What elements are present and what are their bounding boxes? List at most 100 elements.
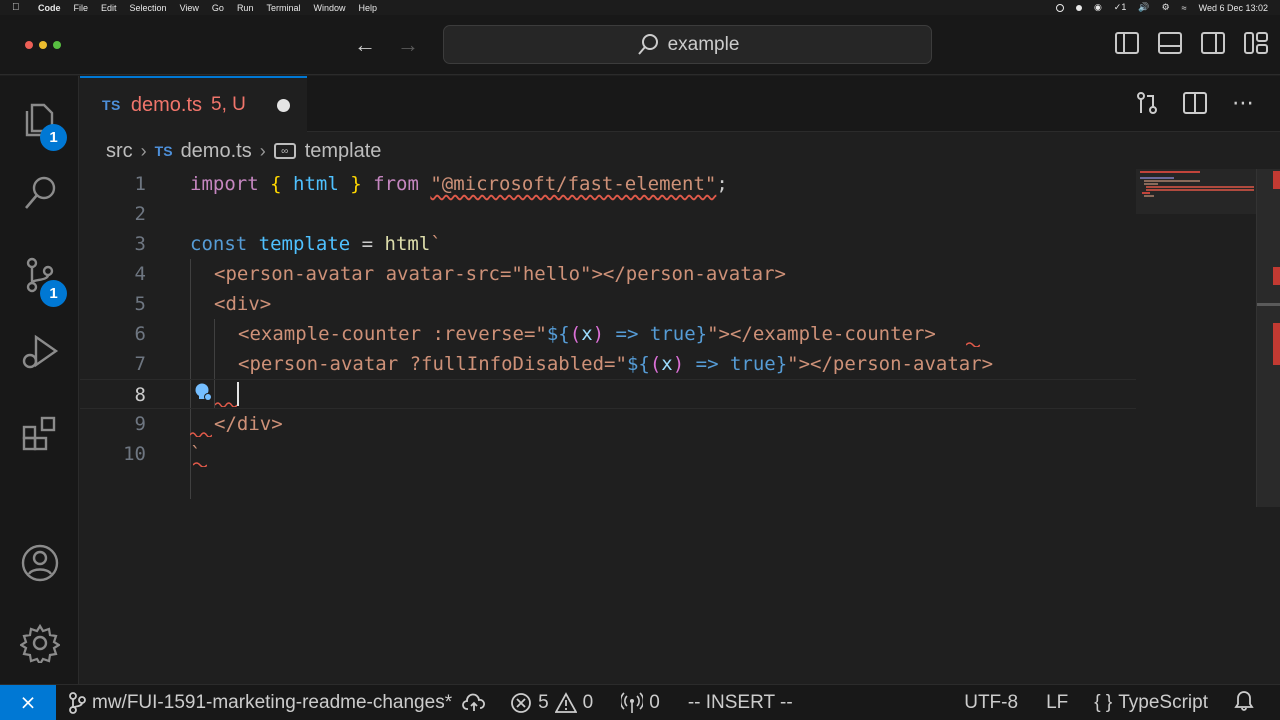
explorer-badge: 1 — [40, 124, 67, 151]
menu-terminal[interactable]: Terminal — [266, 3, 300, 13]
menu-view[interactable]: View — [180, 3, 199, 13]
run-debug-icon — [22, 334, 58, 369]
error-count: 5 — [538, 691, 549, 713]
code-line-2[interactable]: 2 — [80, 199, 1136, 229]
toggle-secondary-sidebar-icon[interactable] — [1201, 32, 1225, 54]
error-marker — [1273, 267, 1280, 285]
minimap-line — [1140, 177, 1174, 179]
line-number: 3 — [134, 233, 146, 255]
command-center-search[interactable]: example — [443, 25, 932, 64]
layout-controls — [1115, 32, 1268, 54]
close-window-icon[interactable] — [25, 41, 33, 49]
apple-icon[interactable]:  — [12, 2, 24, 13]
remote-indicator-icon[interactable]: ⨯ — [0, 684, 56, 720]
branch-name: mw/FUI-1591-marketing-readme-changes* — [92, 691, 453, 713]
breadcrumb-symbol[interactable]: template — [305, 140, 382, 163]
vertical-scrollbar[interactable] — [1256, 169, 1280, 507]
record-icon[interactable] — [1055, 3, 1064, 12]
open-changes-icon[interactable] — [1134, 90, 1160, 116]
code-text: <example-counter :reverse="${(x) => true… — [238, 323, 936, 345]
braces-icon: { } — [1094, 691, 1113, 713]
split-editor-icon[interactable] — [1182, 90, 1208, 116]
code-line-4[interactable]: 4 <person-avatar avatar-src="hello"></pe… — [80, 259, 1136, 289]
menu-go[interactable]: Go — [212, 3, 224, 13]
minimap-line — [1144, 195, 1154, 197]
breadcrumb-folder[interactable]: src — [106, 140, 133, 163]
back-arrow-icon[interactable]: ← — [350, 32, 380, 58]
spotify-icon[interactable]: ◉ — [1094, 2, 1102, 13]
search-icon — [637, 33, 658, 55]
error-marker — [1273, 323, 1280, 365]
sync-status[interactable] — [462, 693, 486, 713]
warning-icon — [554, 691, 577, 713]
activity-bar: 1 1 — [0, 76, 79, 684]
error-squiggle — [190, 432, 212, 437]
code-line-1[interactable]: 1 import { html } from "@microsoft/fast-… — [80, 169, 1136, 199]
activity-explorer[interactable]: 1 — [0, 84, 79, 154]
error-squiggle — [966, 342, 980, 347]
code-editor[interactable]: 1 import { html } from "@microsoft/fast-… — [80, 169, 1256, 684]
minimap[interactable] — [1136, 169, 1256, 214]
status-dot-icon[interactable] — [1075, 4, 1082, 11]
volume-icon[interactable]: 🔊 — [1138, 2, 1149, 13]
menu-code[interactable]: Code — [38, 3, 61, 13]
code-line-3[interactable]: 3 const template = html` — [80, 229, 1136, 259]
error-icon — [511, 692, 531, 713]
minimize-window-icon[interactable] — [39, 41, 47, 49]
menu-selection[interactable]: Selection — [130, 3, 167, 13]
zoom-window-icon[interactable] — [53, 41, 61, 49]
language-mode: TypeScript — [1118, 691, 1208, 713]
chevron-right-icon: › — [140, 140, 147, 161]
activity-search[interactable] — [0, 158, 79, 228]
breadcrumb-file[interactable]: demo.ts — [181, 140, 252, 163]
ports-count: 0 — [649, 691, 660, 713]
title-bar: ← → example — [0, 15, 1280, 75]
minimap-line — [1146, 186, 1254, 188]
menu-file[interactable]: File — [74, 3, 89, 13]
menu-edit[interactable]: Edit — [101, 3, 117, 13]
customize-layout-icon[interactable] — [1244, 32, 1268, 54]
toggle-primary-sidebar-icon[interactable] — [1115, 32, 1139, 54]
focus-icon[interactable]: ✓1 — [1114, 2, 1127, 13]
wifi-icon[interactable]: ≈ — [1182, 3, 1187, 13]
activity-accounts[interactable] — [0, 528, 79, 598]
line-number: 9 — [134, 413, 146, 435]
more-actions-icon[interactable]: ⋯ — [1230, 90, 1256, 116]
minimap-line — [1144, 183, 1158, 185]
vim-mode: -- INSERT -- — [687, 691, 793, 713]
code-line-10[interactable]: 10 ` — [80, 439, 1136, 469]
language-status[interactable]: { } TypeScript — [1094, 692, 1208, 714]
unsaved-dot-icon[interactable] — [277, 99, 290, 112]
clock[interactable]: Wed 6 Dec 13:02 — [1199, 3, 1268, 13]
ports-status[interactable]: 0 — [621, 692, 660, 714]
eol-status[interactable]: LF — [1046, 692, 1068, 714]
breadcrumb: src › TS demo.ts › ∞ template — [80, 133, 1280, 169]
code-line-9[interactable]: 9 </div> — [80, 409, 1136, 439]
control-center-icon[interactable]: ⚙ — [1162, 2, 1170, 13]
warning-count: 0 — [582, 691, 594, 713]
menu-window[interactable]: Window — [313, 3, 345, 13]
code-text: const template = html` — [190, 233, 442, 255]
menu-run[interactable]: Run — [237, 3, 254, 13]
minimap-line — [1146, 189, 1254, 191]
code-text: <person-avatar avatar-src="hello"></pers… — [214, 263, 786, 285]
code-line-5[interactable]: 5 <div> — [80, 289, 1136, 319]
tab-demo-ts[interactable]: TS demo.ts 5, U — [80, 76, 307, 132]
forward-arrow-icon[interactable]: → — [393, 32, 423, 58]
branch-status[interactable]: mw/FUI-1591-marketing-readme-changes* — [68, 692, 452, 714]
extensions-icon — [22, 416, 55, 451]
lightbulb-autofix-icon[interactable] — [193, 382, 213, 402]
activity-source-control[interactable]: 1 — [0, 240, 79, 310]
notifications-bell-icon[interactable] — [1234, 689, 1254, 717]
variable-symbol-icon: ∞ — [273, 143, 296, 159]
problems-status[interactable]: 5 0 — [510, 692, 593, 714]
activity-run-debug[interactable] — [0, 316, 79, 386]
code-line-7[interactable]: 7 <person-avatar ?fullInfoDisabled="${(x… — [80, 349, 1136, 379]
focus-count: 1 — [1121, 2, 1127, 12]
activity-manage[interactable] — [0, 608, 79, 678]
macos-menubar:  Code File Edit Selection View Go Run T… — [0, 0, 1280, 15]
encoding-status[interactable]: UTF-8 — [964, 692, 1018, 714]
toggle-panel-icon[interactable] — [1158, 32, 1182, 54]
menu-help[interactable]: Help — [358, 3, 377, 13]
activity-extensions[interactable] — [0, 398, 79, 468]
